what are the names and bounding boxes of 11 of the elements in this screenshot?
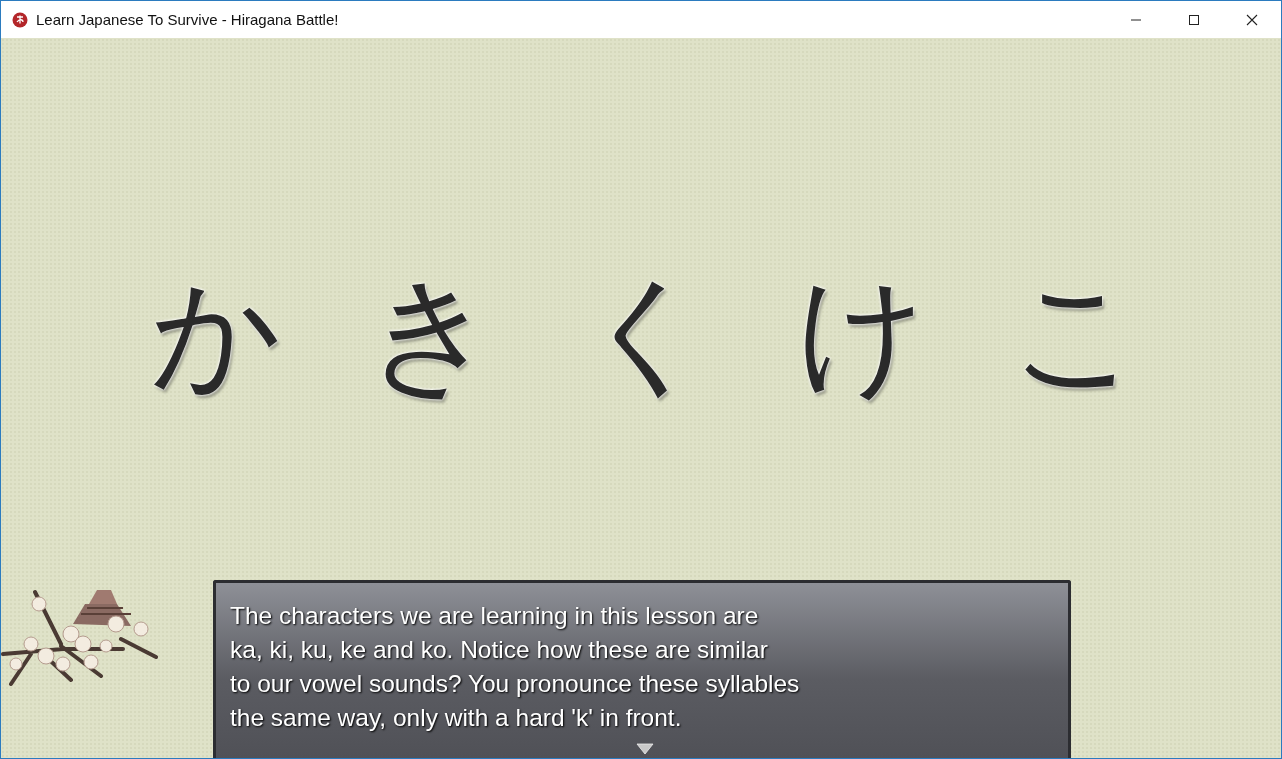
continue-arrow-icon[interactable] — [636, 743, 654, 755]
hiragana-character: か — [150, 260, 283, 405]
dialog-text: The characters we are learning in this lesson are ka, ki, ku, ke and ko. Notice how these are similar to our vowel sounds? You pronounce these syllables the same way, only with a hard 'k' in front. — [230, 601, 801, 733]
hiragana-character: く — [580, 260, 713, 405]
app-icon — [12, 11, 28, 28]
hiragana-character: け — [795, 260, 928, 405]
maximize-icon[interactable] — [1188, 13, 1200, 26]
hiragana-character: き — [365, 260, 498, 405]
window-title: Learn Japanese To Survive - Hiragana Battle! — [36, 11, 339, 28]
close-icon[interactable] — [1246, 13, 1258, 26]
hiragana-character: こ — [1010, 260, 1143, 405]
